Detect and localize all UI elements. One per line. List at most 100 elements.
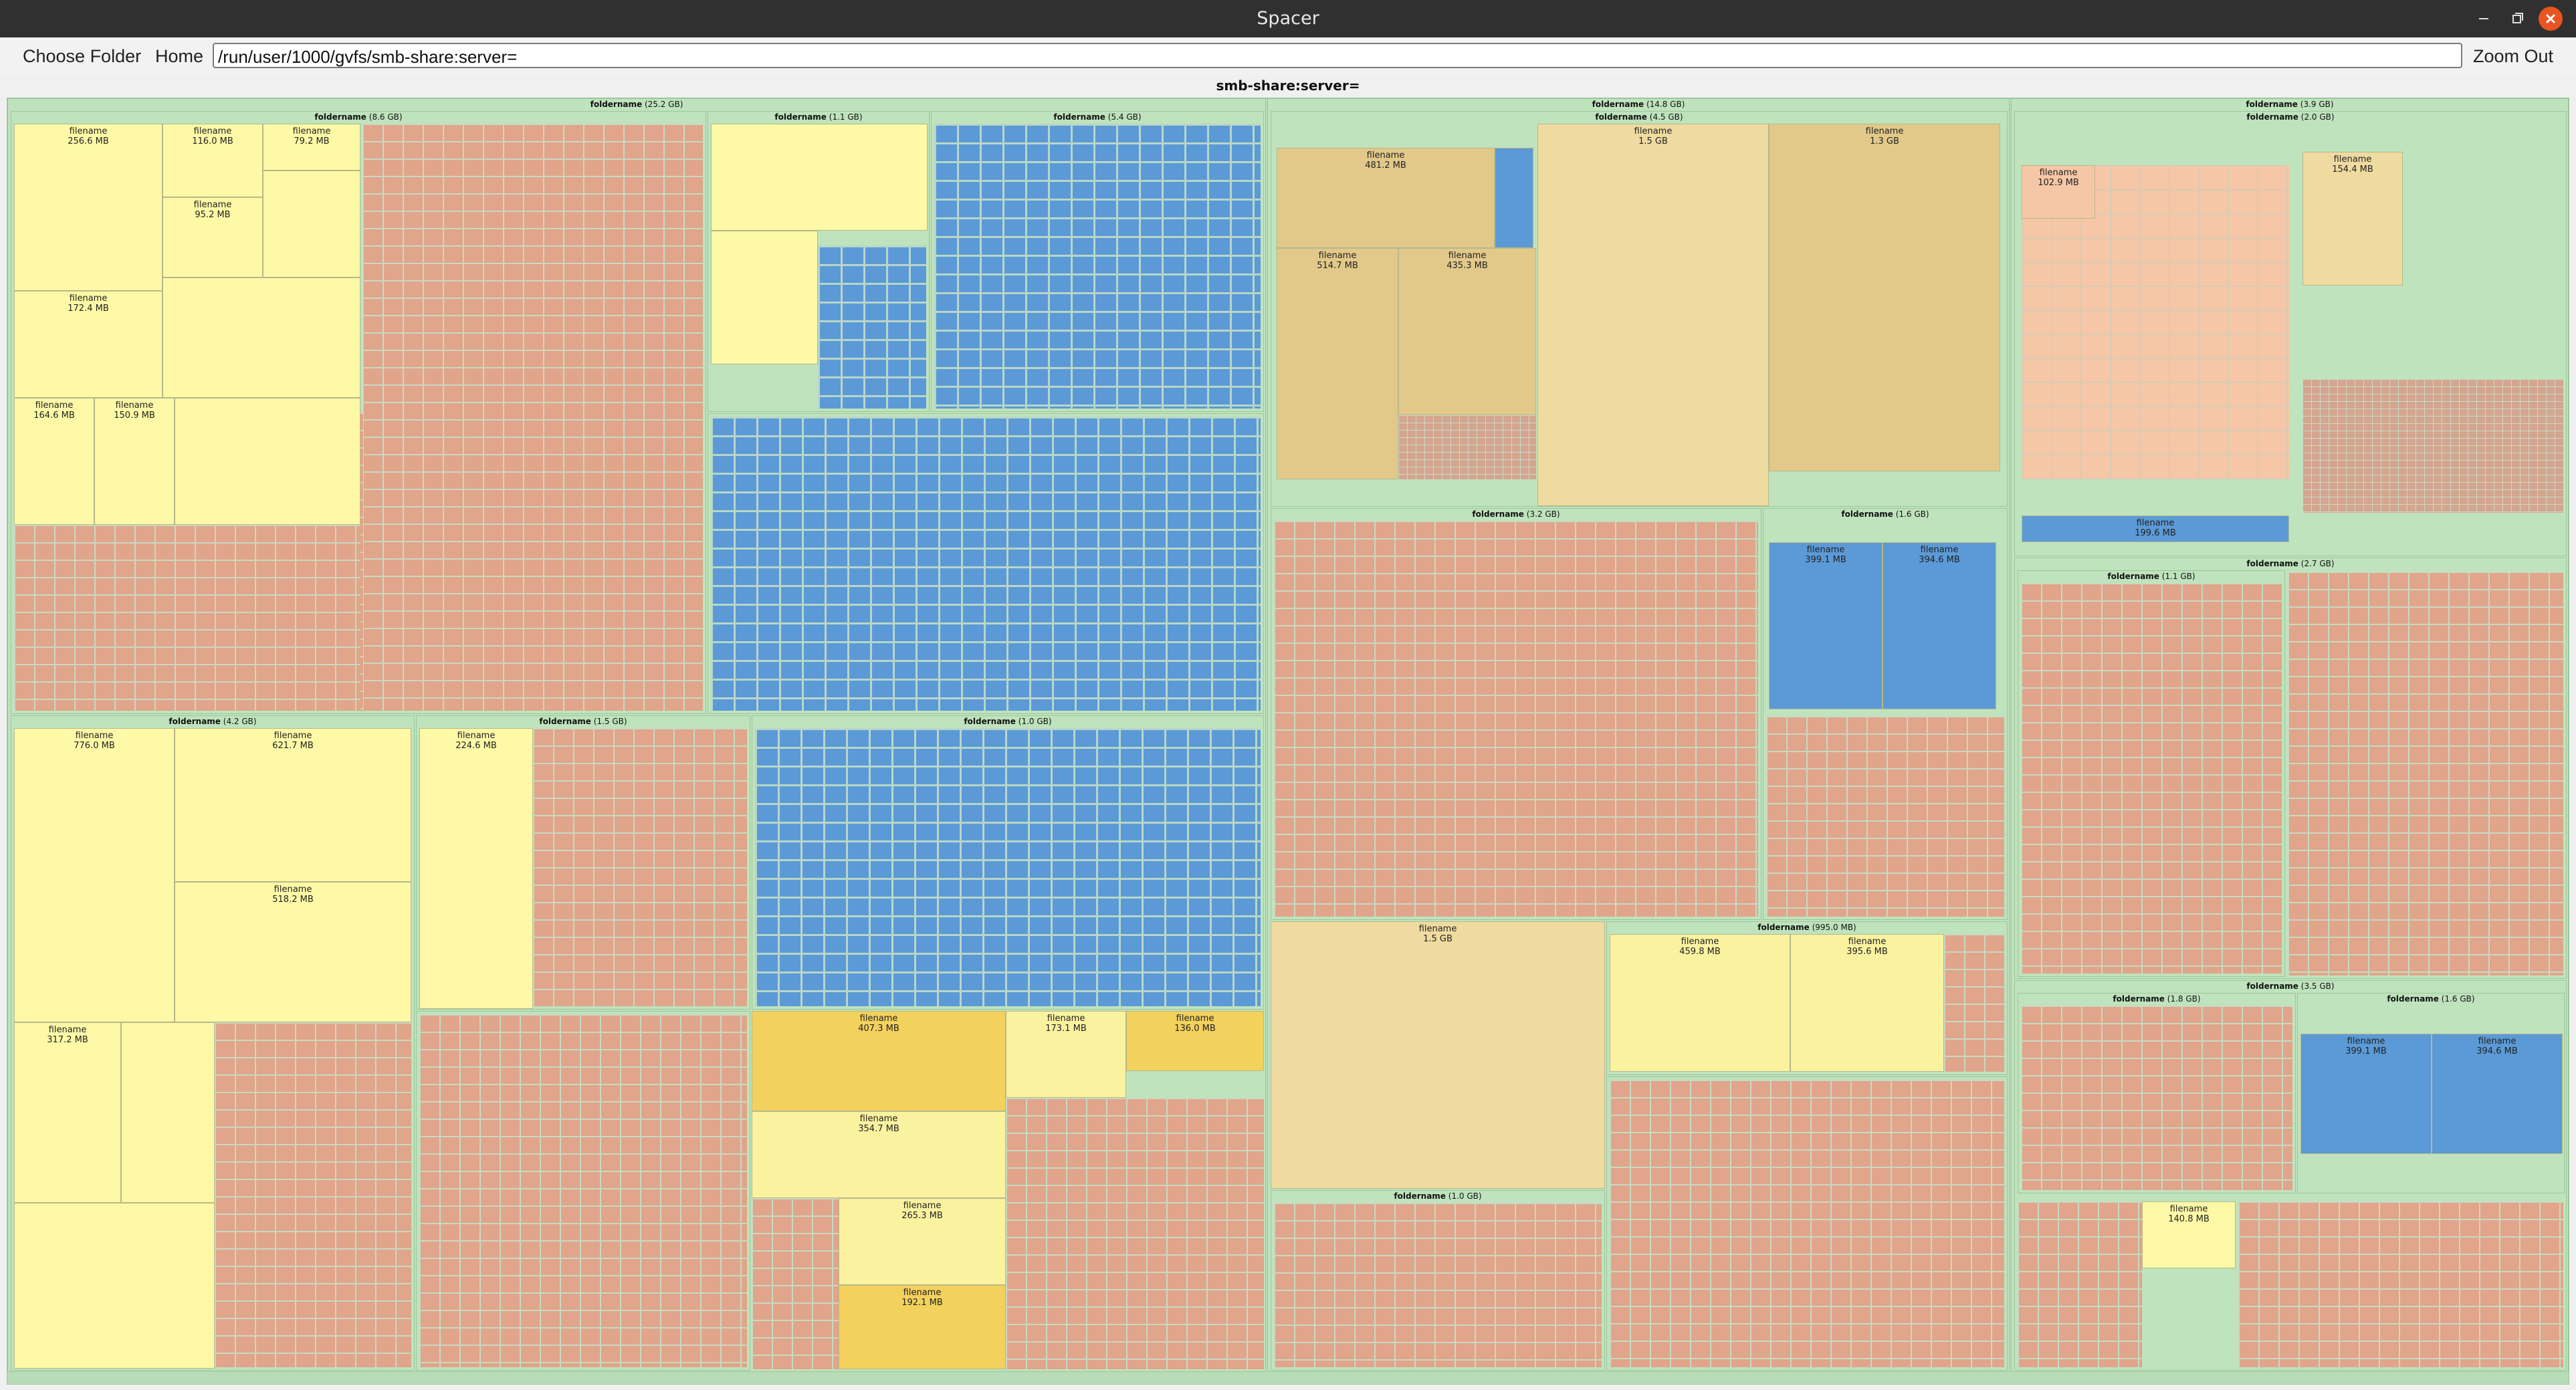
file-block[interactable]: filename 394.6 MB bbox=[2432, 1034, 2563, 1154]
folder-block[interactable]: foldername (2.0 GB) filename 102.9 MB fil… bbox=[2014, 111, 2567, 556]
file-size: 265.3 MB bbox=[901, 1211, 943, 1221]
file-block[interactable]: filename 459.8 MB bbox=[1610, 934, 1790, 1072]
file-block[interactable]: filename 150.9 MB bbox=[94, 398, 175, 525]
file-block[interactable]: filename 95.2 MB bbox=[163, 197, 263, 277]
file-name: filename bbox=[1848, 937, 1887, 947]
file-block[interactable]: filename 481.2 MB bbox=[1277, 148, 1495, 248]
file-block[interactable]: filename 621.7 MB bbox=[175, 728, 411, 882]
folder-block[interactable]: foldername (995.0 MB) filename 459.8 MB f… bbox=[1606, 921, 2008, 1075]
file-name: filename bbox=[35, 400, 74, 411]
file-block[interactable]: filename 136.0 MB bbox=[1126, 1011, 1264, 1071]
folder-label: foldername bbox=[1757, 923, 1810, 932]
file-block[interactable]: filename 79.2 MB bbox=[263, 124, 360, 170]
file-block[interactable]: filename 399.1 MB bbox=[2300, 1034, 2432, 1154]
file-block[interactable]: filename 394.6 MB bbox=[1883, 542, 1996, 709]
file-block[interactable]: filename 192.1 MB bbox=[839, 1285, 1006, 1369]
file-block[interactable] bbox=[14, 1203, 215, 1369]
file-name: filename bbox=[859, 1114, 898, 1124]
folder-block[interactable]: foldername (25.2 GB) foldername (8.6 GB)… bbox=[7, 98, 1266, 1372]
folder-label: foldername bbox=[1595, 112, 1647, 122]
restore-icon[interactable] bbox=[2505, 7, 2529, 31]
file-block[interactable] bbox=[121, 1022, 215, 1203]
folder-block[interactable]: foldername (1.8 GB) bbox=[2018, 993, 2296, 1193]
file-block[interactable]: filename 354.7 MB bbox=[752, 1111, 1006, 1198]
file-block[interactable]: filename 256.6 MB bbox=[14, 124, 163, 291]
file-block[interactable] bbox=[1495, 148, 1533, 248]
file-size: 514.7 MB bbox=[1317, 261, 1358, 271]
folder-block[interactable]: foldername (3.5 GB) foldername (1.8 GB) … bbox=[2014, 980, 2567, 1371]
root-folder-label[interactable]: smb-share:server= bbox=[0, 75, 2576, 96]
folder-block[interactable]: foldername (4.5 GB) filename 481.2 MB fil… bbox=[1271, 111, 2008, 507]
file-block[interactable]: filename 514.7 MB bbox=[1277, 248, 1398, 479]
home-button[interactable]: Home bbox=[150, 43, 209, 70]
file-block[interactable]: filename 173.1 MB bbox=[1006, 1011, 1126, 1098]
file-block[interactable]: filename 395.6 MB bbox=[1790, 934, 1944, 1072]
file-block[interactable]: filename 164.6 MB bbox=[14, 398, 94, 525]
file-block[interactable]: filename 518.2 MB bbox=[175, 882, 411, 1022]
folder-block[interactable]: foldername (14.8 GB) foldername (4.5 GB)… bbox=[1267, 98, 2010, 1372]
choose-folder-button[interactable]: Choose Folder bbox=[17, 43, 146, 70]
folder-block[interactable]: foldername (4.2 GB) filename 776.0 MB fil… bbox=[11, 715, 415, 1371]
file-block[interactable]: filename 317.2 MB bbox=[14, 1022, 121, 1203]
file-name: filename bbox=[2136, 518, 2175, 528]
folder-size: (5.4 GB) bbox=[1107, 112, 1142, 122]
file-block[interactable]: filename 407.3 MB bbox=[752, 1011, 1006, 1111]
folder-block[interactable]: foldername (8.6 GB) filename 256.6 MB fil… bbox=[11, 111, 706, 714]
file-block[interactable]: filename 776.0 MB bbox=[14, 728, 175, 1022]
file-block[interactable]: filename 172.4 MB bbox=[14, 291, 163, 398]
file-block[interactable]: filename 1.5 GB bbox=[1271, 921, 1605, 1189]
folder-contents bbox=[1944, 934, 2004, 1072]
folder-block[interactable] bbox=[708, 413, 1264, 714]
folder-block[interactable]: foldername (1.6 GB) filename 399.1 MB fil… bbox=[1763, 508, 2008, 920]
folder-block[interactable]: foldername (3.9 GB) foldername (2.0 GB) … bbox=[2011, 98, 2569, 1372]
file-block[interactable] bbox=[711, 231, 818, 364]
folder-label: foldername bbox=[1053, 112, 1105, 122]
file-block[interactable]: filename 435.3 MB bbox=[1398, 248, 1536, 415]
file-block[interactable]: filename 140.8 MB bbox=[2142, 1201, 2236, 1268]
file-block[interactable]: filename 116.0 MB bbox=[163, 124, 263, 197]
folder-block[interactable]: foldername (1.6 GB) filename 399.1 MB fil… bbox=[2297, 993, 2565, 1193]
folder-contents bbox=[1274, 1203, 1602, 1367]
folder-block[interactable]: foldername (1.5 GB) filename 224.6 MB bbox=[416, 715, 750, 1010]
folder-block[interactable]: foldername (5.4 GB) bbox=[931, 111, 1264, 412]
folder-size: (1.1 GB) bbox=[2161, 572, 2195, 581]
file-block[interactable] bbox=[163, 277, 360, 398]
file-size: 102.9 MB bbox=[2038, 178, 2079, 188]
folder-block[interactable]: foldername (1.0 GB) bbox=[1271, 1190, 1605, 1371]
file-block[interactable]: filename 265.3 MB bbox=[839, 1198, 1006, 1285]
folder-block[interactable]: foldername (2.7 GB) foldername (1.1 GB) bbox=[2014, 558, 2567, 979]
minimize-icon[interactable] bbox=[2472, 7, 2496, 31]
file-name: filename bbox=[69, 294, 108, 304]
folder-block[interactable]: foldername (3.2 GB) bbox=[1271, 508, 1761, 920]
file-block[interactable]: filename 102.9 MB bbox=[2022, 165, 2095, 219]
file-name: filename bbox=[1865, 126, 1904, 136]
file-name: filename bbox=[1806, 545, 1845, 555]
treemap-view: smb-share:server= foldername (25.2 GB) f… bbox=[0, 75, 2576, 1390]
folder-block[interactable]: foldername (1.1 GB) bbox=[708, 111, 930, 412]
file-name: filename bbox=[903, 1288, 942, 1298]
file-block[interactable] bbox=[175, 398, 360, 525]
file-size: 150.9 MB bbox=[114, 411, 155, 421]
file-block[interactable] bbox=[711, 124, 928, 231]
file-block[interactable]: filename 154.4 MB bbox=[2302, 152, 2403, 285]
file-block[interactable]: filename 199.6 MB bbox=[2022, 515, 2289, 542]
folder-label: foldername bbox=[2246, 112, 2298, 122]
file-block[interactable]: filename 1.5 GB bbox=[1537, 124, 1769, 506]
folder-block[interactable] bbox=[1606, 1076, 2008, 1371]
folder-block[interactable] bbox=[416, 1011, 750, 1371]
close-icon[interactable] bbox=[2539, 7, 2563, 31]
folder-block[interactable]: foldername (1.0 GB) bbox=[752, 715, 1264, 1010]
folder-size: (1.8 GB) bbox=[2167, 994, 2201, 1004]
folder-size: (1.1 GB) bbox=[829, 112, 863, 122]
file-size: 621.7 MB bbox=[272, 741, 314, 751]
zoom-out-button[interactable]: Zoom Out bbox=[2468, 43, 2559, 70]
folder-block[interactable]: foldername (1.1 GB) bbox=[2018, 570, 2285, 977]
file-size: 164.6 MB bbox=[33, 411, 75, 421]
file-block[interactable] bbox=[263, 170, 360, 277]
folder-label: foldername bbox=[2246, 981, 2298, 991]
file-name: filename bbox=[1176, 1014, 1214, 1024]
path-input[interactable]: /run/user/1000/gvfs/smb-share:server= bbox=[213, 43, 2462, 68]
file-block[interactable]: filename 224.6 MB bbox=[419, 728, 533, 1009]
file-block[interactable]: filename 399.1 MB bbox=[1769, 542, 1883, 709]
file-block[interactable]: filename 1.3 GB bbox=[1769, 124, 2000, 471]
